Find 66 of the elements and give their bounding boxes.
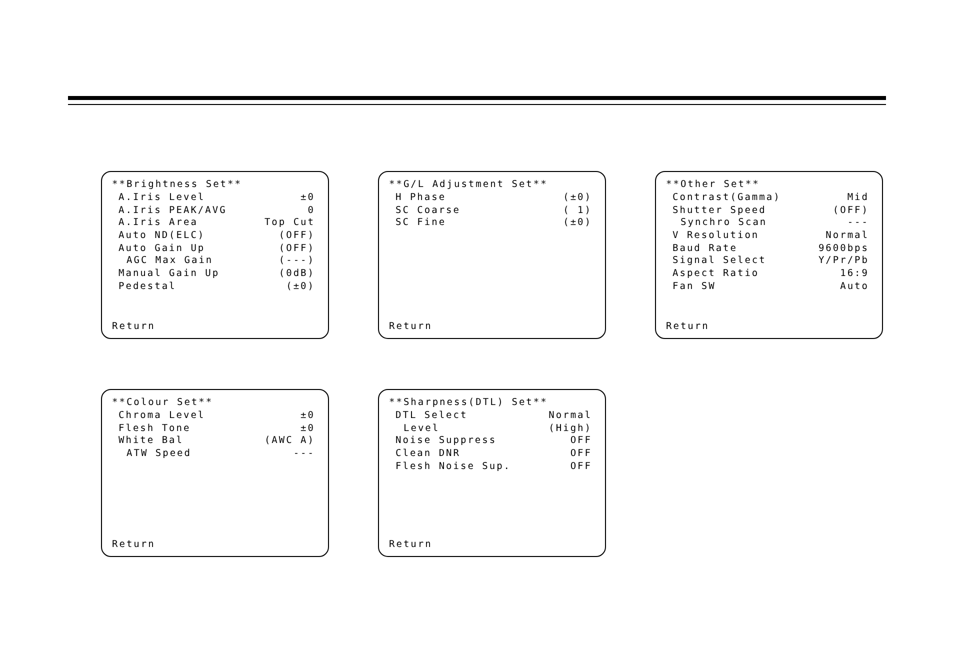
setting-label[interactable]: Flesh Noise Sup. <box>389 460 512 474</box>
setting-value: (±0) <box>286 280 315 294</box>
return-item[interactable]: Return <box>112 538 156 552</box>
setting-label[interactable]: A.Iris Level <box>112 192 206 205</box>
setting-value: (OFF) <box>278 242 315 256</box>
setting-value: ±0 <box>300 192 315 205</box>
setting-label[interactable]: A.Iris PEAK/AVG <box>112 204 227 218</box>
setting-label[interactable]: Flesh Tone <box>112 422 191 436</box>
setting-label[interactable]: Shutter Speed <box>666 204 766 218</box>
setting-value: Normal <box>548 410 592 423</box>
setting-label[interactable]: Contrast(Gamma) <box>666 192 781 205</box>
setting-value: (±0) <box>563 217 592 230</box>
setting-value: 9600bps <box>818 242 869 256</box>
menu-title: **Sharpness(DTL) Set** <box>389 396 549 410</box>
setting-value: --- <box>293 448 315 461</box>
setting-label[interactable]: A.Iris Area <box>112 217 198 230</box>
setting-label[interactable]: Auto ND(ELC) <box>112 230 206 243</box>
setting-label[interactable]: Manual Gain Up <box>112 268 220 281</box>
setting-value: Y/Pr/Pb <box>818 255 869 268</box>
setting-value: OFF <box>570 460 592 474</box>
setting-value: (±0) <box>563 192 592 205</box>
setting-label[interactable]: Fan SW <box>666 280 716 294</box>
setting-value: Auto <box>840 280 869 294</box>
setting-label[interactable]: Signal Select <box>666 255 766 268</box>
setting-value: (---) <box>278 255 315 268</box>
setting-label[interactable]: H Phase <box>389 192 446 205</box>
setting-value: Top Cut <box>264 217 315 230</box>
setting-value: Mid <box>847 192 869 205</box>
setting-value: ( 1) <box>563 204 592 218</box>
return-item[interactable]: Return <box>389 538 432 552</box>
return-item[interactable]: Return <box>666 320 710 334</box>
setting-value: OFF <box>570 448 592 461</box>
setting-value: (OFF) <box>278 230 315 243</box>
setting-label[interactable]: Baud Rate <box>666 242 738 256</box>
menu-title: **Other Set** <box>666 178 761 192</box>
setting-label[interactable]: DTL Select <box>389 410 468 423</box>
setting-value: (AWC A) <box>264 435 315 448</box>
setting-label[interactable]: Synchro Scan <box>666 217 768 230</box>
menu-title: **Colour Set** <box>112 396 214 410</box>
menu-title: **G/L Adjustment Set** <box>389 178 549 192</box>
setting-label[interactable]: Noise Suppress <box>389 435 497 448</box>
setting-value: 16:9 <box>840 268 869 281</box>
return-item[interactable]: Return <box>389 320 432 334</box>
setting-value: (0dB) <box>278 268 315 281</box>
setting-label[interactable]: Pedestal <box>112 280 176 294</box>
setting-value: OFF <box>570 435 592 448</box>
return-item[interactable]: Return <box>112 320 156 334</box>
setting-label[interactable]: Level <box>389 422 440 436</box>
setting-value: ±0 <box>300 410 315 423</box>
setting-label[interactable]: Clean DNR <box>389 448 460 461</box>
setting-label[interactable]: ATW Speed <box>112 448 192 461</box>
setting-label[interactable]: AGC Max Gain <box>112 255 214 268</box>
setting-label[interactable]: White Bal <box>112 435 184 448</box>
setting-value: (High) <box>548 422 592 436</box>
setting-value: ±0 <box>300 422 315 436</box>
setting-label[interactable]: V Resolution <box>666 230 760 243</box>
setting-value: (OFF) <box>832 204 869 218</box>
setting-label[interactable]: SC Coarse <box>389 204 460 218</box>
menu-title: **Brightness Set** <box>112 178 243 192</box>
setting-value: 0 <box>308 204 315 218</box>
setting-value: --- <box>847 217 869 230</box>
setting-label[interactable]: Chroma Level <box>112 410 206 423</box>
setting-label[interactable]: SC Fine <box>389 217 446 230</box>
setting-label[interactable]: Auto Gain Up <box>112 242 206 256</box>
setting-label[interactable]: Aspect Ratio <box>666 268 760 281</box>
setting-value: Normal <box>826 230 869 243</box>
